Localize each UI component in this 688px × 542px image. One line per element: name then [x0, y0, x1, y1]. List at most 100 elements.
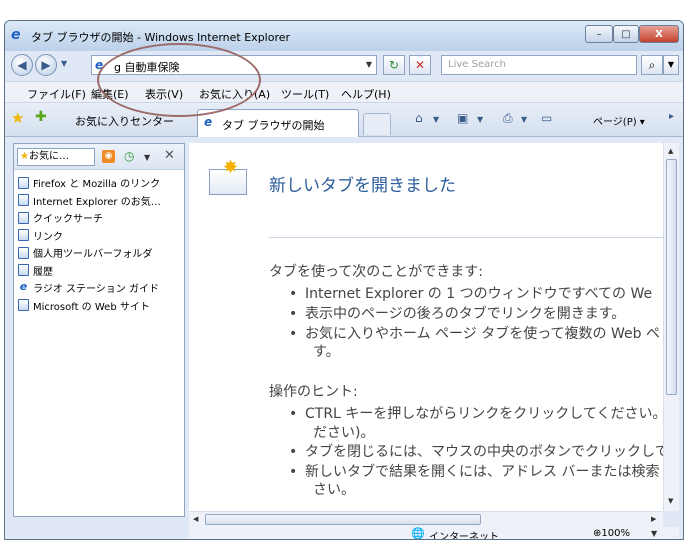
list-item: • タブを閉じるには、マウスの中央のボタンでクリックして	[289, 441, 663, 461]
home-icon[interactable]: ⌂	[415, 111, 423, 125]
list-item: • Internet Explorer の 1 つのウィンドウですべての We	[289, 283, 652, 303]
folder-icon	[18, 229, 29, 242]
tab-start-page[interactable]: e タブ ブラウザの開始	[197, 109, 359, 137]
list-item-continuation: さい。	[313, 482, 355, 498]
scroll-left-icon[interactable]: ◀	[193, 515, 198, 523]
close-panel-icon[interactable]: ✕	[164, 148, 175, 163]
menu-help[interactable]: ヘルプ(H)	[341, 86, 391, 102]
vertical-scroll-thumb[interactable]	[666, 159, 677, 395]
tab-label: タブ ブラウザの開始	[222, 119, 325, 132]
menu-favorites[interactable]: お気に入り(A)	[199, 86, 270, 102]
history-icon[interactable]: ◷	[124, 149, 134, 163]
favorite-label: Firefox と Mozilla のリンク	[33, 179, 161, 191]
feeds-icon[interactable]: ▣	[457, 111, 468, 125]
section-title: タブを使って次のことができます:	[269, 264, 484, 280]
favorite-label: Microsoft の Web サイト	[33, 301, 150, 313]
home-dropdown[interactable]: ▼	[433, 115, 439, 124]
horizontal-scrollbar[interactable]: ◀ ▶	[189, 511, 663, 527]
folder-icon	[18, 211, 29, 224]
vertical-scrollbar[interactable]: ▲ ▼	[663, 143, 679, 511]
window-title: タブ ブラウザの開始 - Windows Internet Explorer	[31, 31, 291, 44]
bullet: •	[289, 464, 298, 480]
zoom-level[interactable]: ⊕100%	[593, 528, 630, 539]
globe-icon: 🌐	[411, 527, 425, 540]
tab-bar: ★ ✚ お気に入りセンター e タブ ブラウザの開始 ⌂ ▼ ▣ ▼ ⎙ ▼ ▭…	[5, 103, 683, 137]
minimize-button[interactable]: –	[585, 25, 613, 43]
favorites-dropdown[interactable]: ★お気に…	[17, 148, 95, 166]
page-ie-icon: e	[95, 58, 104, 72]
favorite-item[interactable]: Internet Explorer のお気…	[18, 192, 182, 210]
page-icon: ▭	[541, 111, 553, 125]
page-menu-button[interactable]: ページ(P) ▾	[593, 113, 645, 128]
forward-button[interactable]: ▶	[35, 54, 57, 76]
bullet: •	[289, 406, 298, 422]
search-button[interactable]: ⌕	[641, 55, 663, 75]
new-tab-button[interactable]	[363, 113, 391, 135]
list-item: • 表示中のページの後ろのタブでリンクを開きます。	[289, 303, 625, 323]
favorite-label: 履歴	[33, 266, 53, 278]
sparkle-icon: ✸	[223, 157, 239, 178]
divider	[269, 237, 663, 238]
ie-logo-icon: e	[11, 27, 21, 43]
favorites-panel-header: ★お気に… ◉ ◷ ▼ ✕	[14, 144, 184, 170]
list-item-text: CTRL キーを押しながらリンクをクリックしてください。	[305, 406, 663, 422]
search-options-dropdown[interactable]: ▼	[663, 55, 679, 75]
favorite-item[interactable]: クイックサーチ	[18, 209, 182, 227]
new-tab-page-icon: ✸	[209, 157, 247, 195]
print-icon[interactable]: ⎙	[503, 111, 513, 126]
favorites-list: Firefox と Mozilla のリンク Internet Explorer…	[18, 174, 182, 314]
maximize-button[interactable]: □	[613, 25, 639, 43]
bullet: •	[289, 306, 298, 322]
favorite-label: ラジオ ステーション ガイド	[33, 284, 159, 296]
list-item: • お気に入りやホーム ページ タブを使って複数の Web ペ	[289, 323, 660, 343]
recent-pages-dropdown[interactable]: ▼	[61, 59, 67, 68]
menu-bar: ファイル(F) 編集(E) 表示(V) お気に入り(A) ツール(T) ヘルプ(…	[5, 81, 683, 103]
page-title: 新しいタブを開きました	[269, 176, 456, 196]
favorite-item[interactable]: e ラジオ ステーション ガイド	[18, 279, 182, 297]
favorite-item[interactable]: リンク	[18, 227, 182, 245]
feeds-dropdown[interactable]: ▼	[477, 115, 483, 124]
back-button[interactable]: ◀	[11, 54, 33, 76]
horizontal-scroll-thumb[interactable]	[205, 514, 481, 525]
feeds-icon[interactable]: ◉	[102, 150, 115, 163]
scroll-up-icon[interactable]: ▲	[668, 147, 673, 155]
list-item-text: 新しいタブで結果を開くには、アドレス バーまたは検索	[305, 464, 660, 480]
favorite-item[interactable]: 履歴	[18, 262, 182, 280]
menu-edit[interactable]: 編集(E)	[91, 86, 129, 102]
refresh-button[interactable]: ↻	[383, 55, 405, 75]
favorites-center-star-icon[interactable]: ★	[11, 109, 24, 127]
address-bar[interactable]: e g 自動車保険 ▼	[91, 55, 377, 75]
status-bar: 🌐 インターネット ⊕100% ▼	[189, 527, 679, 540]
toolbar-overflow-arrow-icon[interactable]: ▸	[669, 111, 674, 122]
address-dropdown-button[interactable]: ▼	[366, 60, 372, 69]
security-zone[interactable]: インターネット	[429, 528, 499, 539]
close-button[interactable]: X	[639, 25, 679, 43]
search-box[interactable]: Live Search	[441, 55, 637, 75]
scroll-down-icon[interactable]: ▼	[668, 497, 673, 505]
print-dropdown[interactable]: ▼	[521, 115, 527, 124]
scroll-right-icon[interactable]: ▶	[651, 515, 656, 523]
menu-view[interactable]: 表示(V)	[145, 86, 183, 102]
list-item-text: タブを閉じるには、マウスの中央のボタンでクリックして	[305, 444, 663, 460]
zoom-dropdown-icon[interactable]: ▼	[651, 529, 657, 538]
navigation-bar: ◀ ▶ ▼ e g 自動車保険 ▼ ↻ ✕ Live Search ⌕ ▼	[5, 51, 683, 79]
history-dropdown-icon[interactable]: ▼	[144, 153, 150, 162]
browser-window: e タブ ブラウザの開始 - Windows Internet Explorer…	[4, 20, 684, 540]
bullet: •	[289, 326, 298, 342]
bullet: •	[289, 286, 298, 302]
favorite-item[interactable]: Microsoft の Web サイト	[18, 297, 182, 315]
menu-tools[interactable]: ツール(T)	[281, 86, 329, 102]
add-favorites-icon[interactable]: ✚	[35, 109, 47, 125]
search-input[interactable]: Live Search	[448, 59, 506, 70]
menu-file[interactable]: ファイル(F)	[27, 86, 86, 102]
stop-button[interactable]: ✕	[409, 55, 431, 75]
favorite-label: クイックサーチ	[33, 214, 103, 226]
favorites-center-label[interactable]: お気に入りセンター	[75, 113, 174, 129]
folder-icon	[18, 246, 29, 259]
tab-ie-icon: e	[204, 115, 213, 129]
list-item-continuation: ださい)。	[313, 425, 375, 441]
favorite-item[interactable]: 個人用ツールバーフォルダ	[18, 244, 182, 262]
section-title: 操作のヒント:	[269, 384, 358, 400]
favorite-item[interactable]: Firefox と Mozilla のリンク	[18, 174, 182, 192]
address-input[interactable]: g 自動車保険	[114, 59, 179, 75]
